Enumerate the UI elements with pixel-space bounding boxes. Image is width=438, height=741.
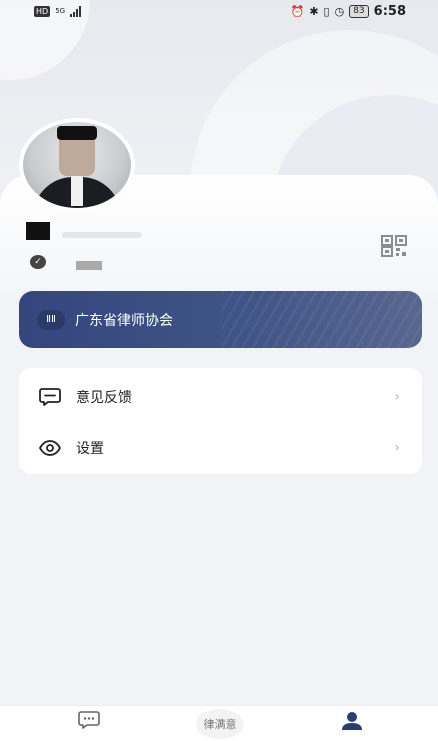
menu-item-settings[interactable]: 设置 ›	[19, 421, 422, 474]
chevron-right-icon: ›	[394, 388, 400, 405]
vibrate-icon: ▯	[323, 4, 330, 18]
name-blur	[62, 232, 142, 238]
association-label: 广东省律师协会	[75, 312, 173, 329]
association-card[interactable]: ⅡⅡ 广东省律师协会	[19, 291, 422, 348]
nfc-icon: ◷	[334, 4, 345, 18]
menu-item-feedback[interactable]: 意见反馈 ›	[19, 370, 422, 423]
avatar[interactable]	[19, 118, 135, 212]
battery-icon: 83	[349, 4, 369, 18]
chevron-right-icon: ›	[394, 439, 400, 456]
name-redaction	[26, 222, 50, 240]
association-icon: ⅡⅡ	[37, 309, 65, 330]
logo-icon: 律满意	[196, 709, 244, 739]
user-name	[26, 222, 50, 240]
menu-item-label: 设置	[76, 440, 104, 457]
eye-icon	[39, 437, 61, 459]
hd-badge: HD	[34, 5, 51, 17]
qr-code-icon[interactable]	[381, 235, 407, 257]
verified-icon: ✓	[30, 255, 46, 269]
user-id-redaction	[76, 261, 102, 270]
network-label: 5G	[55, 6, 66, 15]
status-time: 6:58	[373, 3, 406, 19]
avatar-photo	[23, 122, 131, 208]
bottom-tab-bar: 律满意	[0, 705, 438, 741]
menu-card: 意见反馈 › 设置 ›	[19, 368, 422, 474]
alarm-icon: ⏰	[290, 4, 305, 18]
status-bar: HD 5G ⏰ ✱ ▯ ◷ 83 6:58	[0, 0, 438, 22]
menu-item-label: 意见反馈	[76, 389, 132, 406]
tab-messages[interactable]	[77, 711, 101, 735]
tab-profile[interactable]	[340, 712, 364, 734]
profile-icon	[341, 711, 363, 735]
feedback-icon	[39, 386, 61, 408]
tab-home[interactable]: 律满意	[196, 709, 244, 739]
bluetooth-icon: ✱	[309, 4, 319, 18]
signal-icon	[70, 5, 82, 17]
message-icon	[78, 711, 100, 735]
